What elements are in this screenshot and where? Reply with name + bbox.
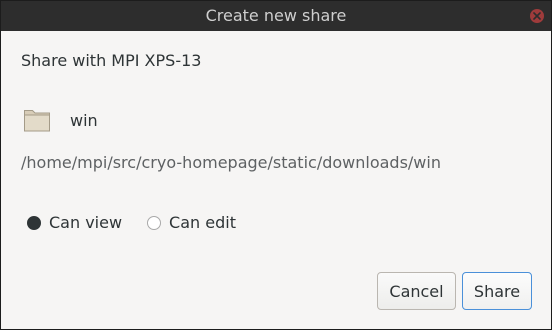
radio-unchecked-icon [147,215,162,230]
folder-path: /home/mpi/src/cryo-homepage/static/downl… [21,153,441,172]
share-button[interactable]: Share [462,272,532,310]
can-edit-radio[interactable]: Can edit [147,213,236,232]
radio-checked-icon [27,215,41,230]
folder-name: win [70,110,98,130]
folder-icon [24,110,50,132]
folder-row: win [23,106,98,134]
dialog-window: Create new share Share with MPI XPS-13 w… [0,0,552,330]
can-view-radio[interactable]: Can view [27,213,122,232]
close-icon [533,12,541,20]
close-button[interactable] [530,9,544,23]
window-title: Create new share [205,6,347,25]
permission-radio-group: Can view Can edit [27,213,236,232]
can-edit-label: Can edit [169,213,236,232]
cancel-button[interactable]: Cancel [377,272,456,310]
titlebar[interactable]: Create new share [1,1,551,31]
share-with-label: Share with MPI XPS-13 [21,51,202,70]
can-view-label: Can view [49,213,123,232]
